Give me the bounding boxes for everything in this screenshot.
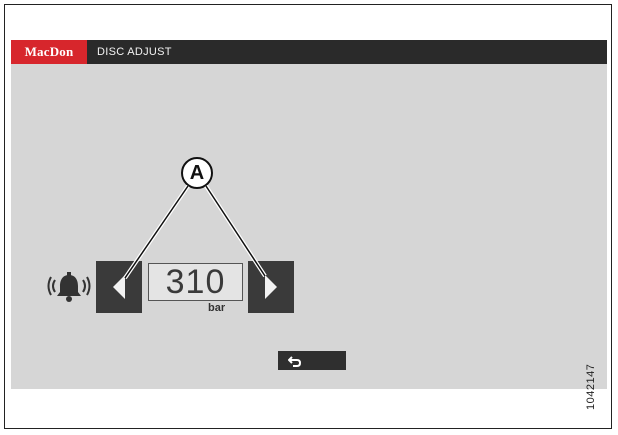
screen-area — [11, 64, 607, 389]
back-button[interactable] — [278, 351, 346, 370]
screen-title: DISC ADJUST — [97, 46, 172, 58]
figure-id: 1042147 — [585, 363, 597, 410]
chevron-left-icon — [113, 275, 125, 299]
chevron-right-icon — [265, 275, 277, 299]
brand-logo: MacDon — [11, 40, 87, 64]
decrease-button[interactable] — [96, 261, 142, 313]
return-arrow-icon — [288, 355, 302, 367]
increase-button[interactable] — [248, 261, 294, 313]
callout-a-label: A — [189, 161, 205, 184]
alarm-bell-icon — [47, 270, 91, 304]
title-bar: MacDon DISC ADJUST — [11, 40, 607, 64]
unit-label: bar — [208, 302, 226, 314]
pressure-value-field[interactable]: 310 — [148, 263, 243, 301]
